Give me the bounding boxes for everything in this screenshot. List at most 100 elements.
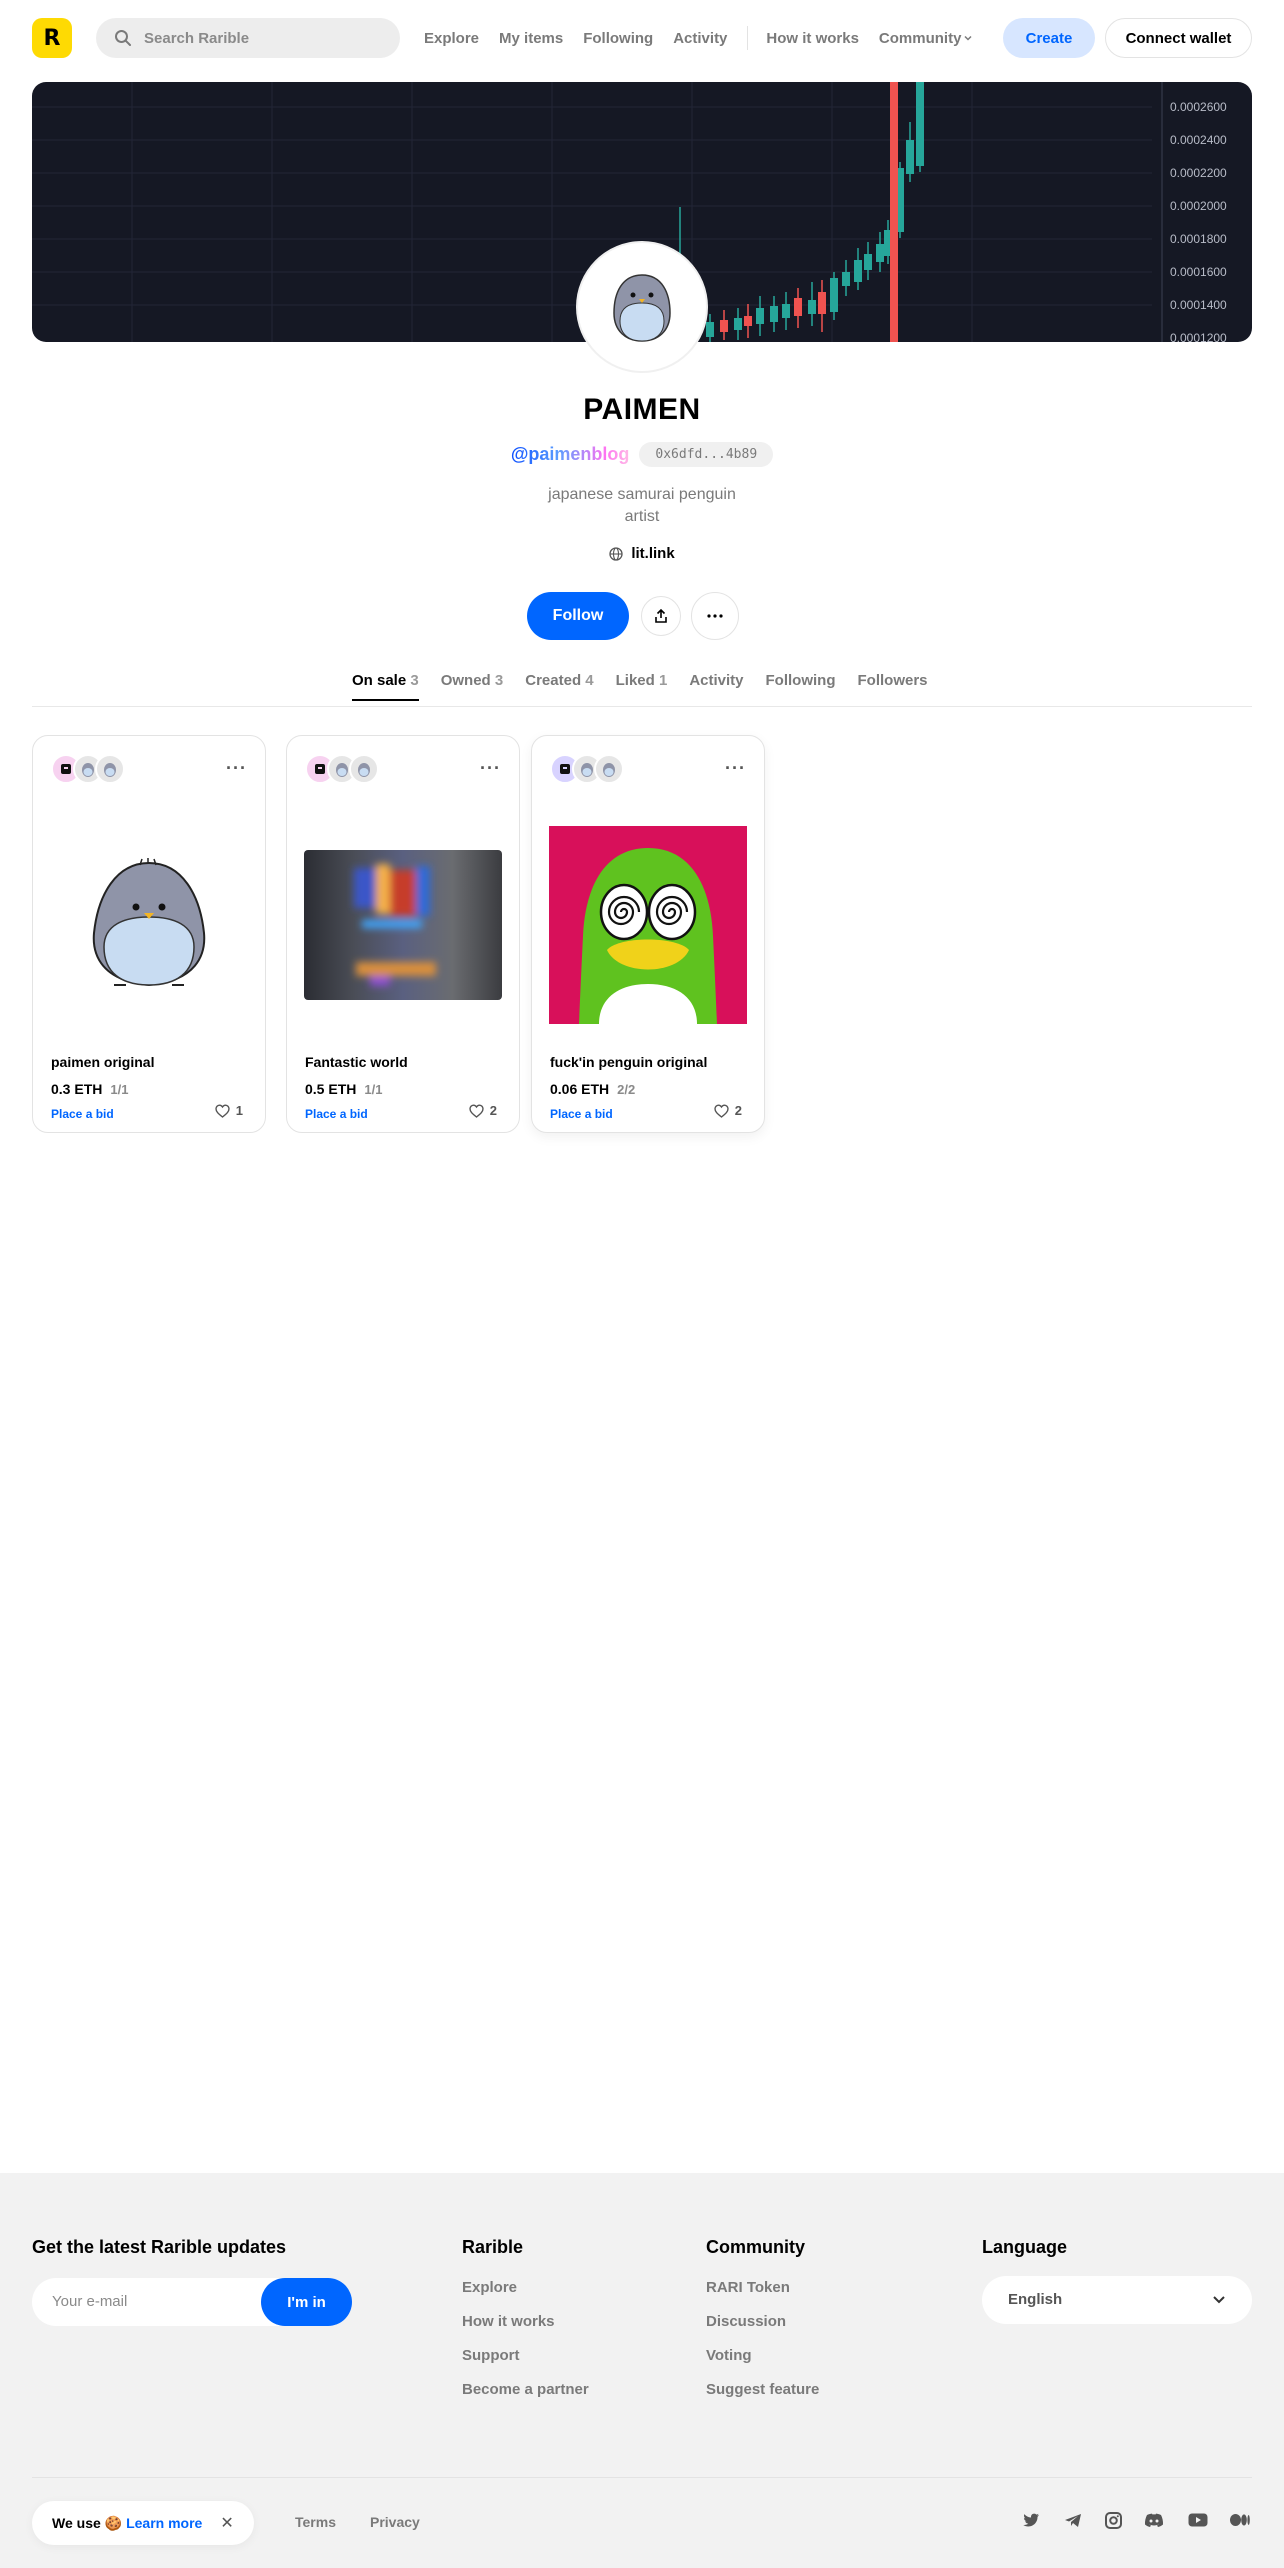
more-options-button[interactable] bbox=[691, 592, 739, 640]
price-axis-label: 0.0002400 bbox=[1170, 133, 1227, 147]
place-bid-link[interactable]: Place a bid bbox=[550, 1107, 613, 1121]
connect-wallet-button[interactable]: Connect wallet bbox=[1105, 18, 1252, 58]
instagram-icon[interactable] bbox=[1102, 2509, 1124, 2531]
owner-avatar[interactable] bbox=[349, 754, 379, 784]
edition-count: 1/1 bbox=[110, 1082, 129, 1097]
language-select[interactable]: English bbox=[982, 2276, 1252, 2324]
nav-my-items[interactable]: My items bbox=[499, 30, 563, 47]
footer-link-voting[interactable]: Voting bbox=[706, 2347, 752, 2364]
profile-name: PAIMEN bbox=[583, 393, 701, 426]
search-placeholder: Search Rarible bbox=[144, 29, 250, 47]
candle-body bbox=[808, 300, 816, 314]
tab-following[interactable]: Following bbox=[766, 672, 836, 701]
card-image[interactable] bbox=[298, 819, 508, 1031]
candle-body bbox=[734, 318, 742, 330]
nav-community-label: Community bbox=[878, 29, 962, 47]
cookie-learn-more-link[interactable]: Learn more bbox=[126, 2515, 202, 2531]
candle-body bbox=[916, 82, 924, 166]
footer-link-support[interactable]: Support bbox=[462, 2347, 520, 2364]
footer-link-rari-token[interactable]: RARI Token bbox=[706, 2279, 790, 2296]
search-input[interactable]: Search Rarible bbox=[96, 18, 400, 58]
card-image[interactable] bbox=[543, 819, 753, 1031]
chevron-down-icon bbox=[1213, 2296, 1225, 2304]
card-owners bbox=[550, 754, 624, 784]
profile-bio: japanese samurai penguin artist bbox=[0, 484, 1284, 528]
wallet-address[interactable]: 0x6dfd...4b89 bbox=[639, 442, 774, 467]
tab-followers[interactable]: Followers bbox=[858, 672, 928, 701]
price-axis-label: 0.0002200 bbox=[1170, 166, 1227, 180]
rarible-logo[interactable]: R bbox=[32, 18, 72, 58]
nav-activity[interactable]: Activity bbox=[673, 30, 727, 47]
candle-body bbox=[842, 272, 850, 286]
nav-community[interactable]: Community bbox=[879, 30, 974, 47]
privacy-link[interactable]: Privacy bbox=[370, 2514, 420, 2530]
profile-avatar bbox=[578, 243, 706, 371]
email-placeholder: Your e-mail bbox=[52, 2293, 128, 2310]
candle-body bbox=[864, 254, 872, 270]
like-count: 2 bbox=[734, 1103, 742, 1118]
card-menu-button[interactable]: ··· bbox=[725, 758, 746, 779]
footer-link-become-partner[interactable]: Become a partner bbox=[462, 2381, 589, 2398]
footer-community-title: Community bbox=[706, 2237, 805, 2257]
like-button[interactable]: 2 bbox=[469, 1103, 497, 1118]
candle-body bbox=[706, 322, 714, 337]
place-bid-link[interactable]: Place a bid bbox=[51, 1107, 114, 1121]
penguin-artwork bbox=[92, 858, 206, 987]
nft-card[interactable]: ··· fuck'in penguin original 0.06 ETH 2/2… bbox=[531, 735, 765, 1133]
footer-language-title: Language bbox=[982, 2237, 1068, 2257]
create-button[interactable]: Create bbox=[1003, 18, 1095, 58]
owner-avatar[interactable] bbox=[95, 754, 125, 784]
card-price: 0.06 ETH 2/2 bbox=[550, 1081, 635, 1097]
tab-count: 4 bbox=[585, 672, 594, 689]
profile-link[interactable]: lit.link bbox=[0, 545, 1284, 562]
like-button[interactable]: 1 bbox=[215, 1103, 243, 1118]
nft-card[interactable]: ··· paimen original 0.3 ETH 1/1 Place a b… bbox=[32, 735, 266, 1133]
nav-how-it-works[interactable]: How it works bbox=[766, 30, 859, 47]
card-price: 0.5 ETH 1/1 bbox=[305, 1081, 382, 1097]
card-menu-button[interactable]: ··· bbox=[480, 758, 501, 779]
footer-link-explore[interactable]: Explore bbox=[462, 2279, 517, 2296]
footer-link-discussion[interactable]: Discussion bbox=[706, 2313, 786, 2330]
nav-following[interactable]: Following bbox=[583, 30, 653, 47]
nav-explore[interactable]: Explore bbox=[424, 30, 479, 47]
twitter-icon[interactable] bbox=[1020, 2509, 1042, 2531]
tab-owned[interactable]: Owned 3 bbox=[441, 672, 504, 701]
owner-avatar[interactable] bbox=[594, 754, 624, 784]
footer-link-suggest-feature[interactable]: Suggest feature bbox=[706, 2381, 819, 2398]
telegram-icon[interactable] bbox=[1062, 2509, 1084, 2531]
language-value: English bbox=[1008, 2291, 1063, 2308]
edition-count: 2/2 bbox=[617, 1082, 636, 1097]
tab-on-sale[interactable]: On sale 3 bbox=[352, 672, 419, 701]
card-image[interactable] bbox=[44, 819, 254, 1031]
card-title[interactable]: Fantastic world bbox=[305, 1054, 408, 1070]
share-button[interactable] bbox=[641, 596, 681, 636]
tabs-divider bbox=[32, 706, 1252, 707]
tab-activity[interactable]: Activity bbox=[689, 672, 743, 701]
place-bid-link[interactable]: Place a bid bbox=[305, 1107, 368, 1121]
card-title[interactable]: fuck'in penguin original bbox=[550, 1054, 707, 1070]
candle-body bbox=[756, 308, 764, 324]
footer-link-how-it-works[interactable]: How it works bbox=[462, 2313, 555, 2330]
profile-handle[interactable]: @paimenblog bbox=[511, 444, 630, 465]
youtube-icon[interactable] bbox=[1187, 2509, 1209, 2531]
card-title[interactable]: paimen original bbox=[51, 1054, 154, 1070]
candle-body bbox=[890, 82, 898, 342]
tab-liked[interactable]: Liked 1 bbox=[616, 672, 668, 701]
medium-icon[interactable] bbox=[1229, 2509, 1251, 2531]
subscribe-button[interactable]: I'm in bbox=[261, 2278, 352, 2326]
heart-icon bbox=[714, 1103, 729, 1118]
terms-link[interactable]: Terms bbox=[295, 2514, 336, 2530]
price-axis-label: 0.0002000 bbox=[1170, 199, 1227, 213]
candle-body bbox=[720, 320, 728, 332]
cookie-close-button[interactable]: ✕ bbox=[220, 2513, 233, 2533]
candle-body bbox=[876, 244, 884, 262]
tab-created[interactable]: Created 4 bbox=[525, 672, 593, 701]
like-button[interactable]: 2 bbox=[714, 1103, 742, 1118]
follow-button[interactable]: Follow bbox=[527, 592, 629, 640]
card-menu-button[interactable]: ··· bbox=[226, 758, 247, 779]
discord-icon[interactable] bbox=[1143, 2509, 1165, 2531]
nft-card[interactable]: ··· Fantastic world 0.5 ETH 1/1 Place a … bbox=[286, 735, 520, 1133]
tab-label: Following bbox=[765, 672, 836, 689]
penguin-avatar-image bbox=[613, 274, 671, 342]
bio-line-2: artist bbox=[624, 508, 660, 525]
